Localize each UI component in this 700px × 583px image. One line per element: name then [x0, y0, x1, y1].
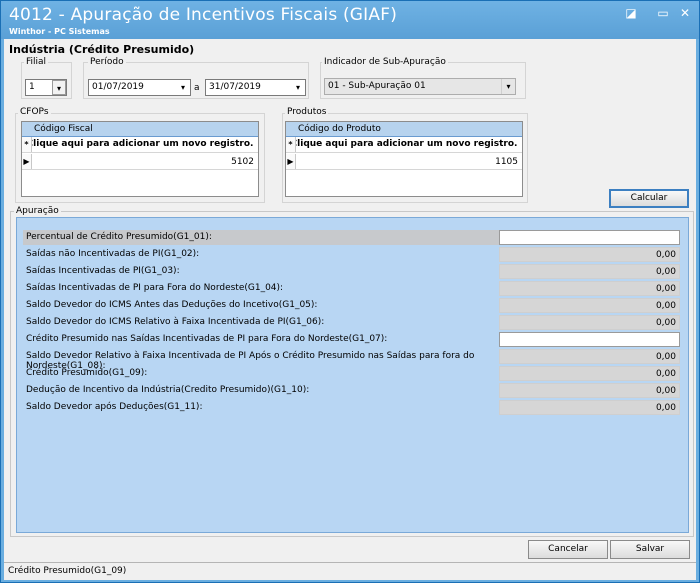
produtos-new-row-text: Clique aqui para adicionar um novo regis… [290, 139, 518, 149]
apuracao-row-value: 0,00 [499, 298, 680, 313]
chevron-down-icon[interactable]: ▾ [176, 80, 190, 95]
sub-apuracao-label: Indicador de Sub-Apuração [322, 57, 448, 67]
filial-value: 1 [29, 82, 35, 92]
app-window: 4012 - Apuração de Incentivos Fiscais (G… [0, 0, 700, 583]
credito-presumido-fora-nordeste-input[interactable] [499, 332, 680, 347]
apuracao-row-value: 0,00 [499, 366, 680, 381]
apuracao-row-g1-05: Saldo Devedor do ICMS Antes das Deduções… [23, 298, 680, 313]
produtos-new-row[interactable]: * Clique aqui para adicionar um novo reg… [286, 137, 522, 153]
table-row[interactable]: ▶ 5102 [22, 154, 258, 170]
apuracao-row-label: Saldo Devedor do ICMS Relativo à Faixa I… [26, 317, 325, 327]
apuracao-row-value: 0,00 [499, 247, 680, 262]
restore-icon[interactable]: ◪ [621, 5, 641, 21]
produtos-grid: Código do Produto * Clique aqui para adi… [285, 121, 523, 197]
periodo-end-value: 31/07/2019 [209, 82, 261, 92]
apuracao-row-g1-03: Saídas Incentivadas de PI(G1_03): 0,00 [23, 264, 680, 279]
apuracao-panel: Percentual de Crédito Presumido(G1_01): … [16, 217, 689, 533]
periodo-label: Período [88, 57, 126, 67]
apuracao-row-label: Saldo Devedor do ICMS Antes das Deduções… [26, 300, 318, 310]
apuracao-row-g1-02: Saídas não Incentivadas de PI(G1_02): 0,… [23, 247, 680, 262]
apuracao-row-label: Saídas Incentivadas de PI para Fora do N… [26, 283, 284, 293]
apuracao-row-g1-01: Percentual de Crédito Presumido(G1_01): [23, 230, 680, 245]
asterisk-icon: * [286, 137, 296, 152]
apuracao-row-g1-11: Saldo Devedor após Deduções(G1_11): 0,00 [23, 400, 680, 415]
apuracao-row-label: Saldo Devedor Relativo à Faixa Incentiva… [26, 351, 475, 371]
apuracao-label: Apuração [14, 206, 61, 216]
cfops-column-header[interactable]: Código Fiscal [22, 122, 258, 137]
cfops-cell[interactable]: 5102 [231, 157, 254, 167]
window-title: 4012 - Apuração de Incentivos Fiscais (G… [9, 5, 398, 25]
status-bar: Crédito Presumido(G1_09) [4, 562, 696, 580]
apuracao-row-g1-09: Crédito Presumido(G1_09): 0,00 [23, 366, 680, 381]
cfops-grid: Código Fiscal * Clique aqui para adicion… [21, 121, 259, 197]
apuracao-row-g1-06: Saldo Devedor do ICMS Relativo à Faixa I… [23, 315, 680, 330]
apuracao-row-label: Crédito Presumido(G1_09): [26, 368, 148, 378]
apuracao-row-g1-04: Saídas Incentivadas de PI para Fora do N… [23, 281, 680, 296]
cfops-new-row-text: Clique aqui para adicionar um novo regis… [26, 139, 254, 149]
periodo-separator: a [194, 83, 200, 93]
produtos-column-label: Código do Produto [298, 124, 381, 134]
cfops-new-row[interactable]: * Clique aqui para adicionar um novo reg… [22, 137, 258, 153]
apuracao-row-g1-10: Dedução de Incentivo da Indústria(Credit… [23, 383, 680, 398]
cfops-label: CFOPs [18, 107, 51, 117]
close-icon[interactable]: ✕ [675, 5, 695, 21]
row-pointer-icon: ▶ [286, 154, 296, 169]
chevron-down-icon[interactable]: ▾ [52, 80, 66, 95]
produtos-cell[interactable]: 1105 [495, 157, 518, 167]
apuracao-row-label: Percentual de Crédito Presumido(G1_01): [23, 230, 499, 245]
apuracao-row-g1-08: Saldo Devedor Relativo à Faixa Incentiva… [23, 349, 680, 371]
form-title: Indústria (Crédito Presumido) [9, 43, 195, 56]
save-button[interactable]: Salvar [610, 540, 690, 559]
apuracao-row-value: 0,00 [499, 383, 680, 398]
sub-apuracao-combo[interactable]: 01 - Sub-Apuração 01 ▾ [324, 78, 516, 95]
apuracao-row-label: Dedução de Incentivo da Indústria(Credit… [26, 385, 310, 395]
sub-apuracao-value: 01 - Sub-Apuração 01 [328, 81, 426, 91]
filial-combo[interactable]: 1 ▾ [25, 79, 67, 96]
title-bar[interactable]: 4012 - Apuração de Incentivos Fiscais (G… [1, 1, 699, 39]
chevron-down-icon[interactable]: ▾ [291, 80, 305, 95]
apuracao-row-label: Saldo Devedor após Deduções(G1_11): [26, 402, 203, 412]
filial-label: Filial [24, 57, 49, 67]
window-subtitle: Winthor - PC Sistemas [9, 27, 110, 36]
apuracao-row-label: Saídas não Incentivadas de PI(G1_02): [26, 249, 200, 259]
percentual-credito-input[interactable] [499, 230, 680, 245]
apuracao-row-g1-07: Crédito Presumido nas Saídas Incentivada… [23, 332, 680, 347]
apuracao-row-value: 0,00 [499, 264, 680, 279]
apuracao-row-value: 0,00 [499, 400, 680, 415]
chevron-down-icon[interactable]: ▾ [501, 79, 515, 94]
status-text: Crédito Presumido(G1_09) [8, 566, 127, 576]
apuracao-row-value: 0,00 [499, 315, 680, 330]
row-pointer-icon: ▶ [22, 154, 32, 169]
cancel-button[interactable]: Cancelar [528, 540, 608, 559]
apuracao-row-label: Crédito Presumido nas Saídas Incentivada… [26, 334, 388, 344]
asterisk-icon: * [22, 137, 32, 152]
periodo-end-date[interactable]: 31/07/2019 ▾ [205, 79, 306, 96]
apuracao-row-label: Saídas Incentivadas de PI(G1_03): [26, 266, 180, 276]
produtos-label: Produtos [285, 107, 329, 117]
periodo-start-value: 01/07/2019 [92, 82, 144, 92]
client-area: Indústria (Crédito Presumido) Filial 1 ▾… [4, 39, 696, 580]
apuracao-row-value: 0,00 [499, 281, 680, 296]
calcular-button[interactable]: Calcular [609, 189, 689, 208]
apuracao-row-value: 0,00 [499, 349, 680, 364]
table-row[interactable]: ▶ 1105 [286, 154, 522, 170]
cfops-column-label: Código Fiscal [34, 124, 93, 134]
produtos-column-header[interactable]: Código do Produto [286, 122, 522, 137]
minimize-icon[interactable]: ▭ [653, 5, 673, 21]
periodo-start-date[interactable]: 01/07/2019 ▾ [88, 79, 191, 96]
